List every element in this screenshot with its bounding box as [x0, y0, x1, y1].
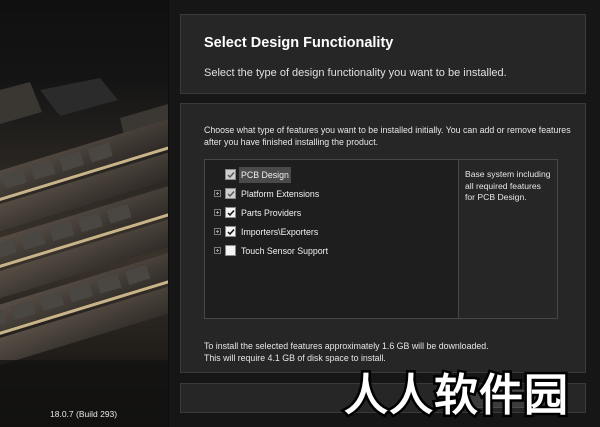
page-title: Select Design Functionality: [204, 35, 394, 51]
feature-label: Importers\Exporters: [241, 227, 319, 237]
watermark-logo: 人人软件园: [342, 368, 571, 423]
feature-row-parts-providers[interactable]: Parts Providers: [205, 204, 459, 222]
download-info: To install the selected features approxi…: [204, 340, 574, 364]
download-size-text: To install the selected features approxi…: [204, 341, 489, 351]
plus-box-icon[interactable]: [214, 228, 221, 235]
hero-pcb-image: 18.0.7 (Build 293): [0, 0, 168, 427]
feature-label: Platform Extensions: [241, 189, 320, 199]
feature-description-box: Base system including all required featu…: [458, 159, 558, 319]
features-panel: Choose what type of features you want to…: [180, 103, 586, 373]
feature-row-importers-exporters[interactable]: Importers\Exporters: [205, 223, 459, 241]
plus-box-icon[interactable]: [214, 209, 221, 216]
intro-text: Choose what type of features you want to…: [204, 125, 571, 147]
feature-label: Parts Providers: [241, 208, 302, 218]
feature-row-platform-extensions[interactable]: Platform Extensions: [205, 185, 459, 203]
feature-label: Touch Sensor Support: [241, 246, 329, 256]
checkmark-icon: [226, 228, 235, 235]
feature-label: PCB Design: [239, 167, 291, 183]
header-panel: Select Design Functionality Select the t…: [180, 14, 586, 94]
feature-description: Base system including all required featu…: [465, 169, 551, 203]
version-label: 18.0.7 (Build 293): [50, 409, 118, 419]
checkmark-icon: [226, 209, 235, 216]
checkbox[interactable]: [225, 169, 236, 180]
plus-box-icon[interactable]: [214, 247, 221, 254]
feature-tree[interactable]: PCB Design Platform Extensions Parts Pro…: [204, 159, 476, 319]
checkbox[interactable]: [225, 188, 236, 199]
feature-row-touch-sensor-support[interactable]: Touch Sensor Support: [205, 242, 459, 260]
page-subtitle: Select the type of design functionality …: [204, 67, 507, 79]
checkbox[interactable]: [225, 207, 236, 218]
checkmark-icon: [227, 190, 235, 197]
feature-row-pcb-design[interactable]: PCB Design: [205, 166, 459, 184]
svg-text:人人软件园: 人人软件园: [344, 370, 569, 421]
plus-box-icon[interactable]: [214, 190, 221, 197]
divider: [168, 0, 169, 427]
checkbox[interactable]: [225, 245, 236, 256]
checkbox[interactable]: [225, 226, 236, 237]
checkmark-icon: [227, 171, 235, 178]
